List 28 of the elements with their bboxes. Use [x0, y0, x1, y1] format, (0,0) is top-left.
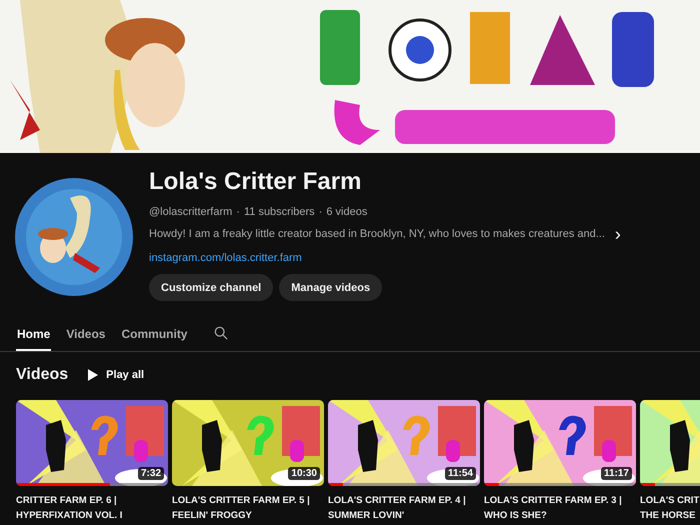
video-duration: 7:32 — [138, 467, 164, 480]
channel-avatar-icon — [15, 178, 133, 296]
separator-dot: · — [318, 206, 322, 218]
play-icon — [88, 369, 98, 381]
video-title[interactable]: LOLA'S CRITTER FARM EP. 4 | SUMMER LOVIN' — [328, 493, 480, 523]
video-title[interactable]: CRITTER FARM EP. 6 | HYPERFIXATION VOL. I — [16, 493, 168, 523]
subscriber-count: 11 subscribers — [244, 206, 315, 218]
video-duration: 11:54 — [444, 467, 476, 480]
separator-dot: · — [236, 206, 240, 218]
channel-description: Howdy! I am a freaky little creator based in Brooklyn, NY, who loves to makes creatures and... — [149, 228, 605, 240]
video-duration: 10:30 — [288, 467, 320, 480]
channel-tab[interactable]: Community — [120, 318, 188, 351]
channel-button[interactable]: Customize channel — [149, 274, 274, 301]
more-chevron[interactable]: › — [614, 228, 621, 240]
video-count: 6 videos — [326, 206, 368, 218]
channel-name: Lola's Critter Farm — [149, 167, 362, 197]
play-all-button[interactable]: Play all — [88, 369, 144, 381]
video-title[interactable]: LOLA'S CRITTER FARM EP. 3 | WHO IS SHE? — [484, 493, 636, 523]
channel-tab[interactable]: Videos — [65, 318, 106, 351]
video-title[interactable]: LOLA'S CRIT THE HORSE — [640, 493, 700, 523]
channel-handle: @lolascritterfarm — [149, 206, 232, 218]
channel-button[interactable]: Manage videos — [279, 274, 382, 301]
search-icon[interactable] — [214, 326, 228, 340]
instagram-link[interactable]: instagram.com/lolas.critter.farm — [149, 252, 302, 264]
section-title: Videos — [16, 366, 68, 384]
channel-tab[interactable]: Home — [16, 318, 52, 351]
video-duration: 11:17 — [600, 467, 632, 480]
video-title[interactable]: LOLA'S CRITTER FARM EP. 5 | FEELIN' FROGGY — [172, 493, 324, 523]
